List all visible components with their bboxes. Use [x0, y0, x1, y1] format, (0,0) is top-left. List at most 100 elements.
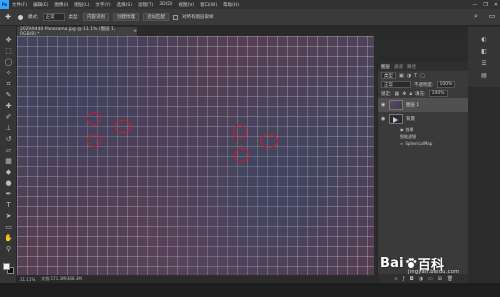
options-right-icons: ⌕ ▭	[472, 12, 496, 21]
status-bar: 11.11% 文档:171.3M/368.3M	[17, 275, 374, 283]
window-controls: — ❐ ✕	[472, 0, 498, 9]
eraser-icon[interactable]: ▱	[4, 146, 13, 155]
tab-channels[interactable]: 通道	[394, 64, 403, 70]
properties-panel-icon[interactable]: ☰	[480, 59, 488, 67]
menu-edit[interactable]: 编辑(E)	[30, 2, 51, 8]
mode-select[interactable]: 正常	[42, 13, 65, 21]
layer-row-layer-1[interactable]: ◉ 图层 1	[378, 98, 468, 112]
defect-marker	[260, 134, 278, 148]
close-tab-icon[interactable]: ×	[133, 29, 137, 34]
visibility-eye-icon[interactable]: ◉	[381, 102, 386, 108]
filter-item-name: SphericalMap	[405, 141, 433, 146]
watermark-brand-a: Bai	[380, 255, 404, 271]
defect-marker	[234, 148, 249, 162]
lasso-icon[interactable]: ◯	[4, 58, 13, 67]
magic-wand-icon[interactable]: ✧	[4, 69, 13, 78]
sample-all-label: 对所有图层取样	[182, 15, 214, 20]
sample-all-checkbox[interactable]	[173, 14, 179, 20]
menu-help[interactable]: 帮助(H)	[220, 2, 242, 8]
menu-3d[interactable]: 3D(D)	[156, 2, 175, 7]
options-bar: ✚ 模式: 正常 类型: 内容识别 创建纹理 近似匹配 对所有图层取样 ⌕ ▭	[0, 9, 500, 26]
panel-dock: ◐ ◧ ☰ ▤	[468, 27, 500, 87]
adjust-filter-icon[interactable]: ◑	[407, 73, 411, 79]
tab-paths[interactable]: 路径	[407, 64, 416, 70]
zoom-level[interactable]: 11.11%	[20, 277, 35, 282]
opacity-input[interactable]: 100%	[436, 81, 456, 88]
shape-icon[interactable]: ▭	[4, 223, 13, 232]
restore-button[interactable]: ❐	[483, 2, 487, 8]
defect-marker	[114, 120, 131, 133]
mode-label: 模式:	[28, 15, 39, 20]
visibility-eye-icon[interactable]: ◉	[381, 116, 386, 122]
close-button[interactable]: ✕	[494, 2, 498, 8]
document-canvas[interactable]	[17, 36, 374, 275]
blur-icon[interactable]: ◆	[4, 168, 13, 177]
new-layer-icon[interactable]: ⊞	[438, 276, 442, 282]
zoom-icon[interactable]: ⚲	[4, 245, 13, 254]
proximity-match-button[interactable]: 近似匹配	[143, 13, 170, 21]
stamp-icon[interactable]: ⊥	[4, 124, 13, 133]
libraries-panel-icon[interactable]: ▤	[480, 71, 488, 79]
layer-name: 背景	[406, 117, 415, 122]
menu-type[interactable]: 文字(Y)	[92, 2, 113, 8]
path-select-icon[interactable]: ➤	[4, 212, 13, 221]
filter-icons: ▣ ◑ T ▢	[399, 73, 425, 79]
blend-mode-select[interactable]: 正常	[381, 81, 411, 88]
eye-icon[interactable]: ◉	[400, 127, 404, 132]
foreground-color-swatch[interactable]	[3, 263, 10, 270]
type-icon[interactable]: T	[4, 201, 13, 210]
lock-all-icon[interactable]: 🔒︎	[409, 91, 412, 97]
effects-row[interactable]: ◉ 效果	[378, 126, 468, 133]
layer-thumbnail	[389, 100, 403, 110]
adjustments-panel-icon[interactable]: ◧	[480, 47, 488, 55]
lock-position-icon[interactable]: ✥	[402, 91, 406, 97]
move-icon[interactable]: ✥	[4, 36, 13, 45]
crop-icon[interactable]: ⌗	[4, 80, 13, 89]
layer-row-background[interactable]: ◉ 背景	[378, 112, 468, 126]
link-icon[interactable]: ∞	[394, 276, 398, 282]
fx-icon[interactable]: ƒ	[403, 276, 405, 282]
effects-label: 效果	[405, 126, 414, 132]
menu-layer[interactable]: 图层(L)	[71, 2, 92, 8]
document-tab[interactable]: 20ZA9440 Panorama.jpg @ 11.1% (图层 1, RGB…	[17, 27, 137, 37]
pixel-filter-icon[interactable]: ▣	[399, 73, 404, 79]
brush-preset-icon[interactable]	[16, 13, 24, 21]
tab-layers[interactable]: 图层	[381, 64, 390, 70]
hand-icon[interactable]: ✋	[4, 234, 13, 243]
eyedropper-icon[interactable]: ✎	[4, 91, 13, 100]
smart-filter-row[interactable]: 智能滤镜	[378, 133, 468, 140]
adjustment-layer-icon[interactable]: ◑	[419, 276, 423, 282]
menu-select[interactable]: 选择(S)	[114, 2, 135, 8]
workspace-icon[interactable]: ▭	[488, 12, 496, 20]
type-filter-icon[interactable]: T	[414, 73, 417, 79]
search-icon[interactable]: ⌕	[472, 12, 480, 20]
shape-filter-icon[interactable]: ▢	[420, 73, 425, 79]
menu-view[interactable]: 视图(V)	[176, 2, 198, 8]
layers-panel-footer: ∞ ƒ ◘ ◑ ▭ ⊞ 🗑︎	[378, 274, 469, 283]
pen-icon[interactable]: ✒	[4, 190, 13, 199]
lock-row: 锁定: ▦ ✥ 🔒︎ 填充: 100%	[378, 89, 468, 98]
menu-filter[interactable]: 滤镜(T)	[135, 2, 156, 8]
history-brush-icon[interactable]: ↺	[4, 135, 13, 144]
healing-brush-icon[interactable]: ✚	[4, 102, 13, 111]
lock-pixels-icon[interactable]: ▦	[395, 91, 400, 97]
menu-window[interactable]: 窗口(W)	[197, 2, 220, 8]
dodge-icon[interactable]: ●	[4, 179, 13, 188]
content-aware-button[interactable]: 内容识别	[83, 13, 110, 21]
filter-item-row[interactable]: ≈ SphericalMap	[378, 140, 468, 147]
taskbar-strip	[0, 283, 500, 297]
marquee-icon[interactable]: ⬚	[4, 47, 13, 56]
gradient-icon[interactable]: ▦	[4, 157, 13, 166]
menu-file[interactable]: 文件(F)	[9, 2, 30, 8]
create-texture-button[interactable]: 创建纹理	[113, 13, 140, 21]
fill-input[interactable]: 100%	[428, 90, 448, 97]
brush-icon[interactable]: ✐	[4, 113, 13, 122]
mask-icon[interactable]: ◘	[410, 276, 414, 282]
healing-brush-tool-icon[interactable]: ✚	[4, 13, 12, 21]
trash-icon[interactable]: 🗑︎	[447, 276, 453, 282]
group-icon[interactable]: ▭	[428, 276, 433, 282]
menu-image[interactable]: 图像(I)	[51, 2, 71, 8]
color-panel-icon[interactable]: ◐	[480, 35, 488, 43]
kind-filter-select[interactable]: 类型	[381, 72, 396, 79]
minimize-button[interactable]: —	[472, 2, 477, 8]
